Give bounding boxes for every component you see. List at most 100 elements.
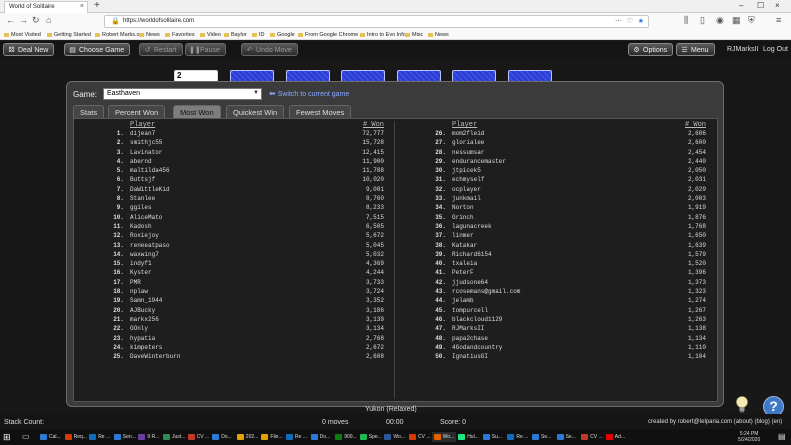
options-button[interactable]: ⚙ Options (628, 43, 674, 56)
bookmark-item[interactable]: Misc (405, 32, 423, 38)
tab-fewest-moves[interactable]: Fewest Moves (289, 105, 352, 118)
player-name[interactable]: RJMarksII (452, 325, 484, 332)
taskbar-app[interactable]: Cal... (38, 432, 63, 442)
player-name[interactable]: junkmail (452, 195, 481, 202)
bookmark-item[interactable]: Getting Started (47, 32, 91, 38)
taskbar-app[interactable]: 900... (333, 432, 359, 442)
player-name[interactable]: AJBucky (130, 307, 155, 314)
taskbar-app[interactable]: 9 R... (136, 432, 161, 442)
url-bar[interactable]: 🔒 https://worldofsolitaire.com ⋯ ♡ ★ (104, 15, 649, 28)
taskbar-app[interactable]: Ad... (604, 432, 627, 442)
game-select[interactable]: Easthaven ▼ (103, 88, 262, 100)
hamburger-menu-icon[interactable]: ≡ (776, 15, 781, 25)
player-name[interactable]: PMR (130, 279, 141, 286)
library-icon[interactable]: ⫼ (684, 15, 688, 26)
taskbar-app[interactable]: Req... (63, 432, 89, 442)
player-name[interactable]: nessumsar (452, 149, 484, 156)
close-window-icon[interactable]: × (775, 1, 780, 10)
player-name[interactable]: endurancemaster (452, 158, 506, 165)
player-name[interactable]: dijean7 (130, 130, 155, 137)
taskbar-app[interactable]: 202... (235, 432, 261, 442)
new-tab-icon[interactable]: + (94, 0, 100, 11)
choose-game-button[interactable]: ▤ Choose Game (64, 43, 131, 56)
player-name[interactable]: Kadosh (130, 223, 152, 230)
player-header[interactable]: Player (130, 121, 155, 129)
bookmark-item[interactable]: News (428, 32, 449, 38)
player-name[interactable]: txaleia (452, 260, 477, 267)
taskbar-app[interactable]: Wo... (431, 432, 457, 442)
bookmark-item[interactable]: Google (270, 32, 295, 38)
player-name[interactable]: indyf1 (130, 260, 152, 267)
player-name[interactable]: Grinch (452, 214, 474, 221)
player-name[interactable]: Buttsjf (130, 176, 155, 183)
taskbar-app[interactable]: Se... (555, 432, 578, 442)
lightbulb-icon[interactable] (735, 396, 749, 413)
player-name[interactable]: GOnly (130, 325, 148, 332)
maximize-icon[interactable]: ☐ (757, 1, 764, 10)
won-header[interactable]: # Won (363, 121, 384, 129)
player-name[interactable]: maltilda456 (130, 167, 170, 174)
player-name[interactable]: IgnatiusGI (452, 353, 488, 360)
player-name[interactable]: Katakar (452, 242, 477, 249)
tab-stats[interactable]: Stats (73, 105, 105, 118)
tab-quickest-win[interactable]: Quickest Win (226, 105, 285, 118)
bookmark-item[interactable]: ID (252, 32, 265, 38)
player-name[interactable]: mom2fleid (452, 130, 484, 137)
pause-button[interactable]: ❚❚Pause (185, 43, 226, 56)
player-name[interactable]: nplaw (130, 288, 148, 295)
taskbar-app[interactable]: Su... (481, 432, 504, 442)
player-name[interactable]: Stanlee (130, 195, 155, 202)
bookmark-item[interactable]: Intro to Evo Info (360, 32, 406, 38)
taskbar-app[interactable]: File... (259, 432, 284, 442)
taskbar-app[interactable]: Re ... (505, 432, 530, 442)
taskbar-app[interactable]: Re ... (87, 432, 112, 442)
player-name[interactable]: AliceMato (130, 214, 162, 221)
player-name[interactable]: PeterF (452, 269, 474, 276)
player-name[interactable]: smithjc55 (130, 139, 162, 146)
player-name[interactable]: markx256 (130, 316, 159, 323)
forward-icon[interactable]: → (19, 15, 28, 25)
reload-icon[interactable]: ↻ (32, 15, 40, 26)
menu-button[interactable]: ☰ Menu (676, 43, 715, 56)
browser-tab[interactable]: World of Solitaire × (4, 1, 88, 13)
player-name[interactable]: glorialee (452, 139, 484, 146)
player-name[interactable]: Samn_1944 (130, 297, 162, 304)
player-header[interactable]: Player (452, 121, 477, 129)
account-icon[interactable]: ◉ (716, 15, 724, 26)
player-name[interactable]: Norton (452, 204, 474, 211)
pocket-icon[interactable]: ♡ (627, 17, 633, 25)
taskbar-app[interactable]: Hul... (456, 432, 481, 442)
taskbar-app[interactable]: Spe... (358, 432, 384, 442)
username[interactable]: RJMarksII (727, 46, 759, 53)
back-icon[interactable]: ← (6, 15, 15, 25)
deal-new-button[interactable]: ⚄ Deal New (3, 43, 55, 56)
player-name[interactable]: waxwing7 (130, 251, 159, 258)
credit-text[interactable]: created by robert@telparia.com (about) (… (648, 419, 782, 425)
player-name[interactable]: hypatia (130, 335, 155, 342)
taskbar-app[interactable]: CV ... (407, 432, 433, 442)
windows-start-icon[interactable]: ⊞ (3, 432, 11, 443)
player-name[interactable]: DaveWinterburn (130, 353, 180, 360)
player-name[interactable]: 4Godandcountry (452, 344, 502, 351)
bookmark-item[interactable]: Robert Marks.org (95, 32, 145, 38)
restart-button[interactable]: ↺ Restart (139, 43, 183, 56)
won-header[interactable]: # Won (685, 121, 706, 129)
player-name[interactable]: linmer (452, 232, 474, 239)
taskbar-app[interactable]: Do... (210, 432, 234, 442)
taskbar-app[interactable]: CV ... (579, 432, 605, 442)
player-name[interactable]: reneeatpaso (130, 242, 170, 249)
close-tab-icon[interactable]: × (80, 3, 84, 10)
bookmark-item[interactable]: Favorites (165, 32, 195, 38)
taskbar-app[interactable]: Se... (530, 432, 553, 442)
taskbar-app[interactable]: CV ... (186, 432, 212, 442)
extension-icon[interactable]: ▦ (732, 15, 741, 26)
player-name[interactable]: Kyster (130, 269, 152, 276)
player-name[interactable]: Roxiejoy (130, 232, 159, 239)
player-name[interactable]: rcosemans@gmail.com (452, 288, 520, 295)
player-name[interactable]: jjudsone64 (452, 279, 488, 286)
page-actions-icon[interactable]: ⋯ (615, 17, 622, 25)
tab-most-won[interactable]: Most Won (173, 105, 221, 118)
player-name[interactable]: ocplayer (452, 186, 481, 193)
taskbar-app[interactable]: Wo... (382, 432, 407, 442)
player-name[interactable]: jelamb (452, 297, 474, 304)
